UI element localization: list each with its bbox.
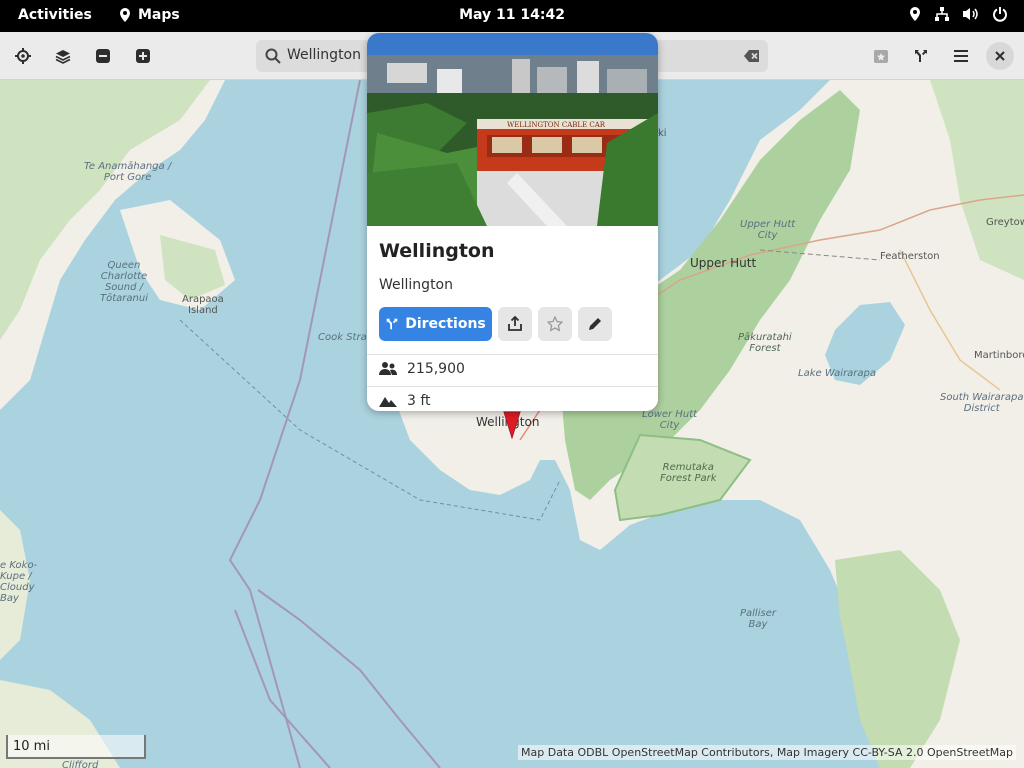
favorite-button[interactable]: [538, 307, 572, 341]
zoom-out-button[interactable]: [88, 41, 118, 71]
scale-bar: 10 mi: [6, 735, 146, 759]
label-featherston: Featherston: [880, 251, 940, 262]
place-title: Wellington: [379, 240, 495, 262]
label-greytown: Greytow: [986, 217, 1024, 228]
label-upper-hutt: Upper Hutt: [690, 256, 757, 270]
divider: [367, 354, 658, 355]
favorites-button[interactable]: [866, 41, 896, 71]
crosshair-icon: [15, 48, 31, 64]
mountain-icon: [379, 397, 397, 407]
power-icon: [993, 7, 1007, 22]
label-south-wairarapa: South Wairarapa District: [940, 392, 1024, 414]
share-button[interactable]: [498, 307, 532, 341]
photo-sign-text: WELLINGTON CABLE CAR: [507, 121, 606, 129]
people-icon: [379, 362, 397, 375]
clock[interactable]: May 11 14:42: [0, 7, 1024, 23]
place-popover: WELLINGTON CABLE CAR Wellington Wellingt…: [367, 33, 658, 411]
route-icon: [386, 318, 398, 330]
population-row: 215,900: [379, 361, 465, 377]
place-subtitle: Wellington: [379, 277, 453, 293]
label-cook-strait: Cook Strait: [318, 332, 374, 343]
directions-button[interactable]: Directions: [379, 307, 492, 341]
label-upper-hutt-city: Upper Hutt City: [740, 219, 796, 241]
route-button[interactable]: [906, 41, 936, 71]
place-marker-icon[interactable]: [503, 411, 521, 439]
label-martinborough: Martinboro: [974, 350, 1024, 361]
star-folder-icon: [874, 50, 888, 63]
label-te-anamahanga: Te Anamāhanga / Port Gore: [84, 161, 172, 183]
altitude-value: 3 ft: [407, 393, 431, 409]
route-icon: [915, 50, 927, 62]
divider: [367, 386, 658, 387]
label-palliser: Palliser Bay: [740, 608, 776, 630]
label-cloudy-bay: e Koko- Kupe / Cloudy Bay: [0, 560, 38, 604]
system-tray[interactable]: [908, 6, 1008, 22]
zoom-in-button[interactable]: [128, 41, 158, 71]
map-attribution: Map Data ODBL OpenStreetMap Contributors…: [518, 745, 1016, 760]
pencil-icon: [589, 318, 601, 330]
label-clifford: Clifford: [62, 760, 99, 768]
label-queen-charlotte: Queen Charlotte Sound / Tōtaranui: [100, 260, 148, 304]
search-icon: [265, 48, 281, 64]
plus-icon: [136, 49, 150, 63]
locate-button[interactable]: [8, 41, 38, 71]
volume-icon: [963, 8, 978, 20]
main-menu-button[interactable]: [946, 41, 976, 71]
clear-search-icon[interactable]: [744, 49, 760, 63]
label-lower-hutt: Lower Hutt City: [642, 409, 698, 431]
network-icon: [935, 7, 949, 21]
label-arapaoa: Arapaoa Island: [182, 294, 224, 316]
star-icon: [547, 316, 563, 332]
layers-button[interactable]: [48, 41, 78, 71]
share-icon: [508, 316, 522, 331]
layers-icon: [55, 50, 71, 64]
top-bar: Activities Maps May 11 14:42: [0, 0, 1024, 32]
search-input[interactable]: Wellington: [287, 47, 361, 63]
place-photo: WELLINGTON CABLE CAR: [367, 33, 658, 226]
directions-label: Directions: [405, 316, 486, 332]
hamburger-icon: [954, 50, 968, 62]
label-remutaka: Remutaka Forest Park: [660, 462, 717, 484]
edit-button[interactable]: [578, 307, 612, 341]
label-lake-wairarapa: Lake Wairarapa: [798, 368, 877, 379]
close-window-button[interactable]: [986, 42, 1014, 70]
label-ki: ki: [658, 128, 667, 139]
minus-icon: [96, 49, 110, 63]
label-pakuratahi: Pākuratahi Forest: [738, 332, 792, 354]
location-icon: [910, 7, 920, 21]
population-value: 215,900: [407, 361, 465, 377]
close-icon: [995, 51, 1005, 61]
altitude-row: 3 ft: [379, 393, 431, 409]
